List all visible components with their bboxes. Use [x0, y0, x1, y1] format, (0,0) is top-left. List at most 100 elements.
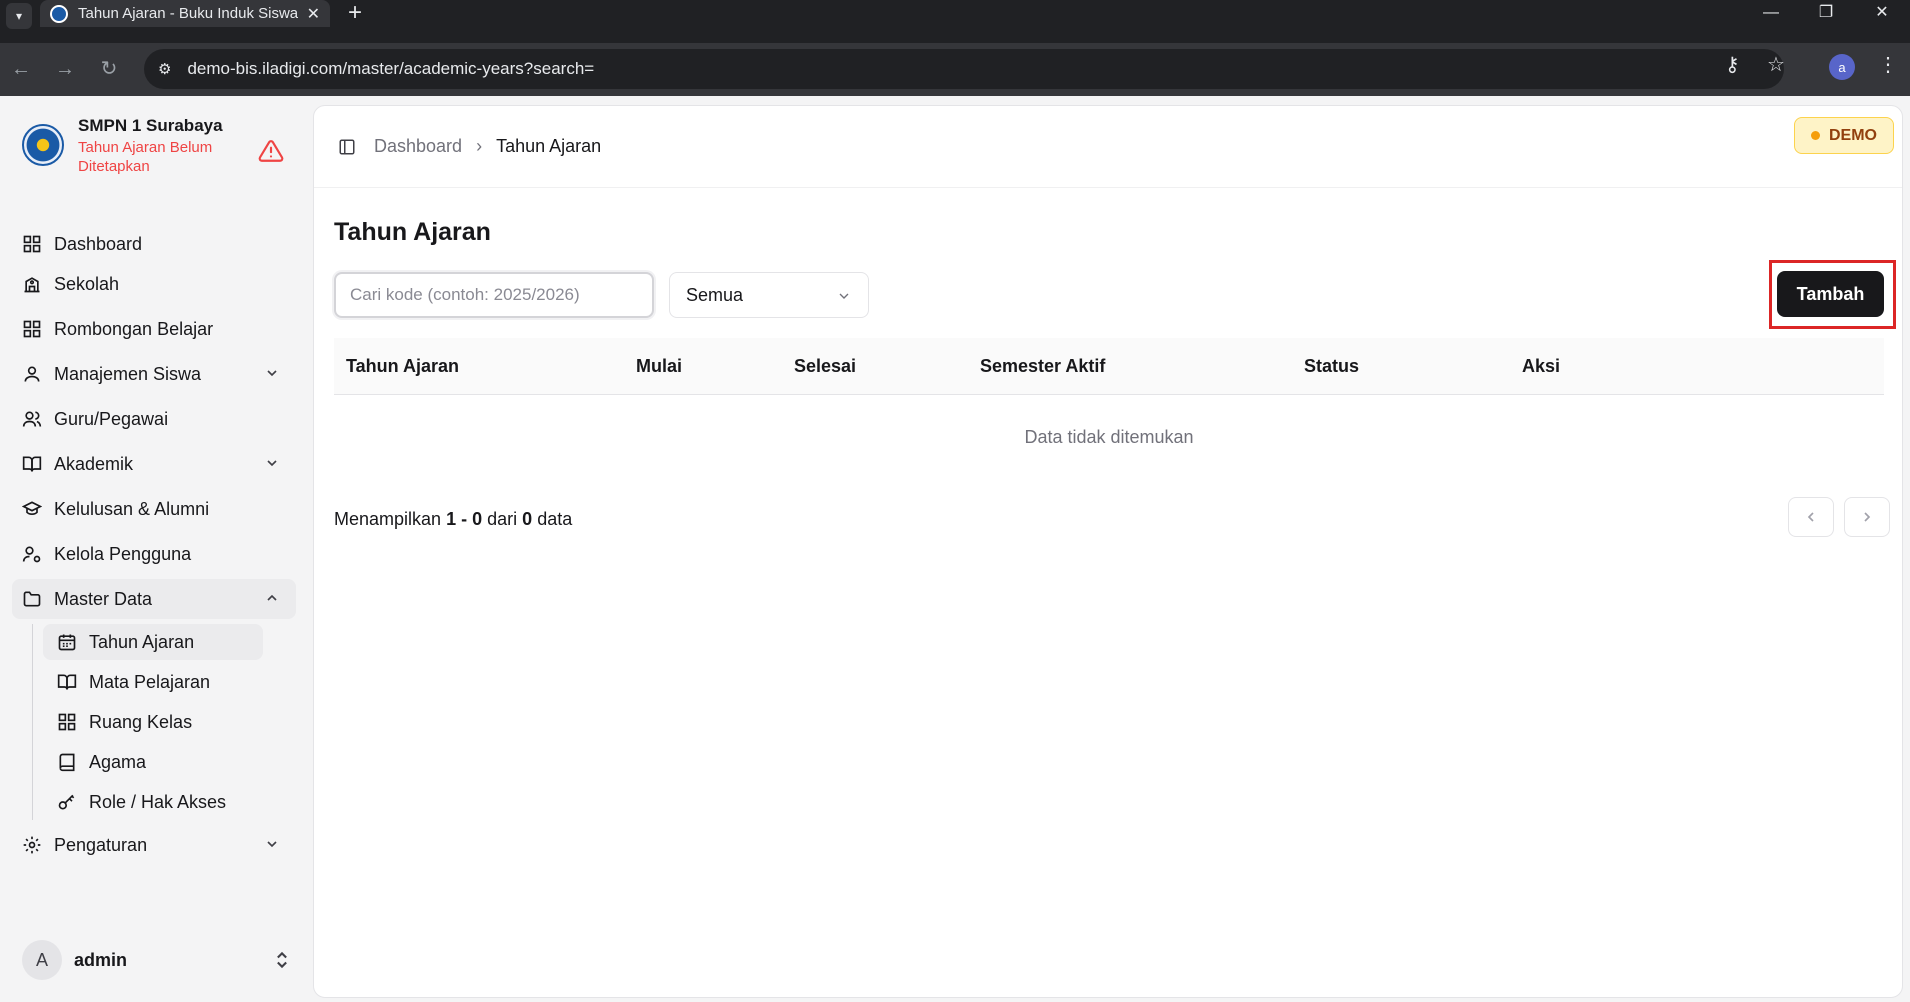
sidebar-item-label: Tahun Ajaran — [89, 631, 195, 652]
profile-avatar[interactable]: a — [1829, 54, 1855, 80]
restore-icon[interactable]: ❐ — [1806, 0, 1846, 26]
gear-icon — [23, 836, 41, 854]
url-text: demo-bis.iladigi.com/master/academic-yea… — [187, 59, 595, 78]
sidebar-item-label: Kelola Pengguna — [54, 543, 192, 564]
status-dot-icon — [1811, 131, 1820, 140]
sidebar-item-akademik[interactable]: Akademik — [12, 444, 296, 484]
previous-page-button[interactable] — [1788, 497, 1834, 537]
close-tab-icon[interactable]: ✕ — [307, 4, 320, 24]
sidebar-item-label: Agama — [89, 751, 147, 772]
sidebar-item-kelulusan-alumni[interactable]: Kelulusan & Alumni — [12, 489, 296, 529]
topbar: Dashboard › Tahun Ajaran DEMO — [314, 106, 1902, 188]
summary-total: 0 — [522, 509, 533, 529]
chevron-down-icon — [267, 460, 277, 467]
graduation-cap-icon — [22, 501, 42, 516]
window-close-icon[interactable]: ✕ — [1862, 0, 1902, 26]
chevron-down-icon — [267, 841, 277, 848]
status-filter-select[interactable]: Semua — [669, 272, 869, 318]
chevron-right-icon: › — [476, 136, 483, 156]
column-header: Mulai — [636, 356, 683, 376]
school-name: SMPN 1 Surabaya — [78, 116, 223, 135]
sidebar-item-agama[interactable]: Agama — [43, 744, 263, 780]
summary-mid: dari — [487, 509, 518, 529]
breadcrumb: Dashboard › Tahun Ajaran — [374, 136, 601, 157]
sidebar-item-label: Dashboard — [54, 233, 143, 254]
browser-menu-icon[interactable]: ⋮ — [1878, 52, 1898, 77]
chevrons-up-down-icon — [277, 951, 287, 969]
sidebar-item-ruang-kelas[interactable]: Ruang Kelas — [43, 704, 263, 740]
sidebar: SMPN 1 Surabaya Tahun Ajaran Belum Ditet… — [0, 96, 312, 1002]
column-header: Selesai — [794, 356, 857, 376]
bookmark-star-icon[interactable]: ☆ — [1767, 52, 1785, 77]
page-title: Tahun Ajaran — [334, 218, 491, 246]
browser-tabbar: ▾ Tahun Ajaran - Buku Induk Siswa ✕ + — … — [0, 0, 1910, 43]
chevron-right-icon — [1864, 512, 1871, 522]
sidebar-item-label: Ruang Kelas — [89, 711, 193, 732]
sidebar-item-label: Role / Hak Akses — [89, 791, 227, 812]
summary-suffix: data — [537, 509, 573, 529]
address-bar[interactable]: ⚙ demo-bis.iladigi.com/master/academic-y… — [144, 49, 1784, 89]
minimize-icon[interactable]: — — [1751, 0, 1791, 26]
academic-years-table: Tahun Ajaran Mulai Selesai Semester Akti… — [334, 338, 1884, 481]
add-button-highlight: Tambah — [1769, 260, 1896, 329]
sidebar-item-pengaturan[interactable]: Pengaturan — [12, 825, 296, 865]
sidebar-item-label: Guru/Pegawai — [54, 408, 169, 429]
sidebar-item-kelola-pengguna[interactable]: Kelola Pengguna — [12, 534, 296, 574]
school-logo — [22, 124, 64, 166]
sidebar-item-rombongan-belajar[interactable]: Rombongan Belajar — [12, 309, 296, 349]
sidebar-item-master-data[interactable]: Master Data — [12, 579, 296, 619]
tab-search-button[interactable]: ▾ — [6, 3, 32, 29]
master-data-submenu: Tahun Ajaran Mata Pelajaran Ruang Kelas … — [32, 624, 296, 820]
user-cog-icon — [22, 546, 41, 563]
sidebar-item-label: Manajemen Siswa — [54, 363, 202, 384]
status-filter-value: Semua — [686, 284, 744, 305]
add-button[interactable]: Tambah — [1777, 271, 1884, 317]
sidebar-item-tahun-ajaran[interactable]: Tahun Ajaran — [43, 624, 263, 660]
site-favicon — [50, 4, 68, 23]
search-input[interactable] — [334, 272, 654, 318]
sidebar-item-sekolah[interactable]: Sekolah — [12, 264, 296, 304]
pagination-summary: Menampilkan 1 - 0 dari 0 data — [334, 509, 572, 530]
sidebar-item-dashboard[interactable]: Dashboard — [12, 224, 296, 264]
sidebar-nav: Dashboard Sekolah Rombongan Belajar Mana… — [12, 224, 296, 870]
main-content: Dashboard › Tahun Ajaran DEMO Tahun Ajar… — [313, 105, 1903, 998]
users-icon — [22, 411, 42, 427]
grid-icon — [23, 235, 41, 253]
sidebar-item-label: Pengaturan — [54, 834, 148, 855]
back-icon[interactable]: ← — [8, 57, 34, 81]
demo-badge: DEMO — [1794, 117, 1894, 154]
book-open-icon — [22, 456, 42, 472]
next-page-button[interactable] — [1844, 497, 1890, 537]
site-info-icon[interactable]: ⚙ — [158, 60, 171, 78]
grid-icon — [23, 320, 41, 338]
folder-icon — [23, 591, 41, 607]
warning-icon — [258, 140, 284, 162]
user-menu[interactable]: A admin — [22, 940, 292, 980]
sidebar-item-guru-pegawai[interactable]: Guru/Pegawai — [12, 399, 296, 439]
reload-icon[interactable]: ↻ — [96, 57, 122, 81]
summary-range: 1 - 0 — [446, 509, 483, 529]
browser-tab[interactable]: Tahun Ajaran - Buku Induk Siswa ✕ — [40, 0, 330, 27]
breadcrumb-dashboard[interactable]: Dashboard — [374, 136, 462, 157]
avatar: A — [22, 940, 62, 980]
sidebar-item-manajemen-siswa[interactable]: Manajemen Siswa — [12, 354, 296, 394]
calendar-icon — [58, 634, 76, 651]
breadcrumb-current: Tahun Ajaran — [496, 136, 602, 156]
sidebar-item-mata-pelajaran[interactable]: Mata Pelajaran — [43, 664, 263, 700]
sidebar-item-label: Kelulusan & Alumni — [54, 498, 210, 519]
sidebar-item-label: Master Data — [54, 588, 153, 609]
user-icon — [24, 366, 40, 382]
table-header: Tahun Ajaran Mulai Selesai Semester Akti… — [334, 338, 1884, 395]
password-key-icon[interactable]: ⚷ — [1725, 52, 1740, 77]
new-tab-button[interactable]: + — [348, 0, 362, 26]
forward-icon[interactable]: → — [52, 57, 78, 81]
sidebar-toggle-icon[interactable] — [338, 138, 356, 156]
browser-toolbar: ← → ↻ ⚙ demo-bis.iladigi.com/master/acad… — [0, 43, 1910, 96]
school-header: SMPN 1 Surabaya Tahun Ajaran Belum Ditet… — [22, 116, 302, 186]
tab-title: Tahun Ajaran - Buku Induk Siswa — [78, 5, 298, 22]
book-open-icon — [57, 674, 77, 690]
summary-prefix: Menampilkan — [334, 509, 442, 529]
sidebar-item-role-hak-akses[interactable]: Role / Hak Akses — [43, 784, 263, 820]
sidebar-item-label: Sekolah — [54, 273, 120, 294]
column-header: Aksi — [1522, 356, 1561, 376]
